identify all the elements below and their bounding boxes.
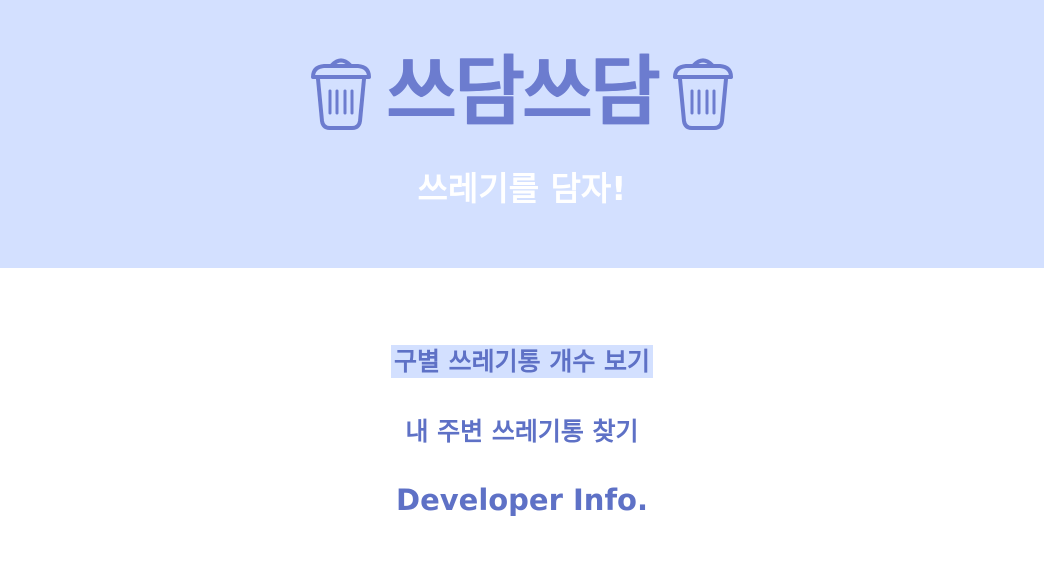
trash-can-icon (672, 58, 733, 130)
menu-item-trash-count-by-district[interactable]: 구별 쓰레기통 개수 보기 (0, 342, 1044, 382)
trash-can-icon (311, 58, 372, 130)
menu-item-developer-info[interactable]: Developer Info. (0, 478, 1044, 522)
menu-item-label: 내 주변 쓰레기통 찾기 (405, 417, 639, 446)
logo: 쓰담쓰담 (0, 42, 1044, 142)
tagline: 쓰레기를 담자! (417, 169, 627, 208)
menu-item-label: 구별 쓰레기통 개수 보기 (390, 345, 654, 378)
header-banner: 쓰담쓰담 쓰레기를 담자! (0, 0, 1044, 268)
menu-item-label: Developer Info. (396, 483, 648, 517)
menu-item-find-nearby-trash[interactable]: 내 주변 쓰레기통 찾기 (0, 412, 1044, 452)
logo-title: 쓰담쓰담 (386, 47, 660, 136)
